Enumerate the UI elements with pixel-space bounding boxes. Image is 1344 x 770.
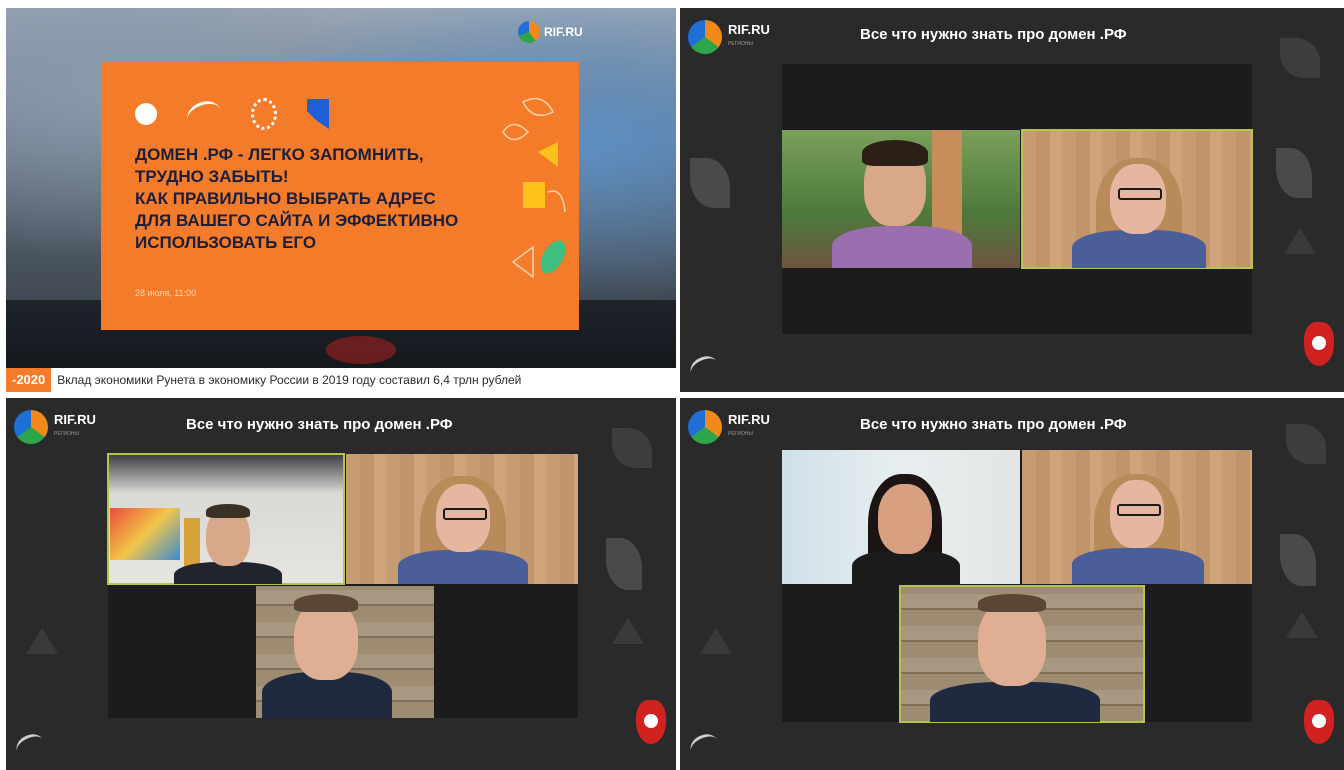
conference-title: Все что нужно знать про домен .РФ xyxy=(860,26,1127,43)
red-mascot-icon xyxy=(1304,322,1334,366)
participant-video[interactable] xyxy=(782,130,1020,268)
conference-panel-3: RIF.RU РЕГИОНЫ Все что нужно знать про до… xyxy=(6,398,676,770)
bird-icon xyxy=(686,729,722,761)
decor-leaf xyxy=(690,158,730,208)
decor-leaf xyxy=(1276,148,1312,198)
rif-logo-text: RIF.RU xyxy=(544,25,583,39)
participant-head xyxy=(878,484,932,554)
participant-body xyxy=(930,682,1100,722)
slide-decoration xyxy=(502,97,566,279)
participant-video-active[interactable] xyxy=(107,453,345,585)
presentation-slide: ДОМЕН .РФ - ЛЕГКО ЗАПОМНИТЬ, ТРУДНО ЗАБЫ… xyxy=(101,62,579,330)
decor-leaf xyxy=(612,428,652,468)
coordination-center-logo xyxy=(686,351,770,383)
participant-video[interactable] xyxy=(782,450,1020,584)
decor-triangle xyxy=(612,618,644,644)
bird-icon xyxy=(686,351,722,383)
wall-banner xyxy=(184,518,200,568)
rif-logo-icon xyxy=(688,410,722,444)
coordination-center-bird-icon xyxy=(183,96,225,132)
participant-head xyxy=(978,600,1046,686)
participant-video-active[interactable] xyxy=(1021,129,1253,269)
slide-title-line: ТРУДНО ЗАБЫТЬ! xyxy=(135,167,289,186)
decor-leaf xyxy=(606,538,642,590)
conference-title: Все что нужно знать про домен .РФ xyxy=(186,416,453,433)
rif-logo-text: RIF.RU xyxy=(54,412,96,427)
gear-emblem-icon xyxy=(251,98,277,130)
coordination-center-logo xyxy=(12,729,96,761)
rif-logo: RIF.RU РЕГИОНЫ xyxy=(688,410,770,444)
participant-body xyxy=(1072,548,1204,584)
slide-panel: RIF.RU ДОМЕН .РФ - ЛЕГКО ЗАПОМНИТЬ, ТРУД… xyxy=(6,8,676,392)
slide-title-line: ИСПОЛЬЗОВАТЬ ЕГО xyxy=(135,233,317,252)
participant-video-active[interactable] xyxy=(899,585,1145,723)
coordination-center-logo xyxy=(686,729,770,761)
slide-date: 28 июля, 11:00 xyxy=(135,288,197,298)
participant-hair xyxy=(862,140,928,166)
slide-title-line: КАК ПРАВИЛЬНО ВЫБРАТЬ АДРЕС xyxy=(135,189,436,208)
rif-logo-icon xyxy=(14,410,48,444)
wall-painting xyxy=(110,508,180,560)
decor-triangle xyxy=(1284,228,1316,254)
rif-logo-text: RIF.RU xyxy=(728,22,770,37)
participant-hair xyxy=(294,594,358,612)
rif-logo-text: RIF.RU xyxy=(728,412,770,427)
decor-triangle xyxy=(700,628,732,654)
decor-triangle xyxy=(1286,612,1318,638)
conference-panel-2: RIF.RU РЕГИОНЫ Все что нужно знать про до… xyxy=(680,8,1344,392)
slide-title: ДОМЕН .РФ - ЛЕГКО ЗАПОМНИТЬ, ТРУДНО ЗАБЫ… xyxy=(135,144,515,254)
ticker-tag: -2020 xyxy=(6,368,52,392)
participant-body xyxy=(852,550,960,584)
participant-body xyxy=(832,226,972,268)
rif-circle-icon xyxy=(135,103,157,125)
participant-video[interactable] xyxy=(346,454,578,584)
slide-title-line: ДОМЕН .РФ - ЛЕГКО ЗАПОМНИТЬ, xyxy=(135,145,424,164)
decor-triangle xyxy=(26,628,58,654)
participant-body xyxy=(1072,230,1206,268)
conference-title: Все что нужно знать про домен .РФ xyxy=(860,416,1127,433)
bird-icon xyxy=(12,729,48,761)
red-mascot-icon xyxy=(636,700,666,744)
decor-leaf xyxy=(1280,534,1316,586)
participant-head xyxy=(294,600,358,680)
rif-logo: RIF.RU РЕГИОНЫ xyxy=(688,20,770,54)
slide-title-line: ДЛЯ ВАШЕГО САЙТА И ЭФФЕКТИВНО xyxy=(135,211,459,230)
participant-hair xyxy=(206,504,250,518)
participant-video[interactable] xyxy=(1022,450,1252,584)
rif-logo-icon xyxy=(518,21,540,43)
glasses xyxy=(1117,504,1161,516)
rif-logo: RIF.RU РЕГИОНЫ xyxy=(14,410,96,444)
rif-logo-icon xyxy=(688,20,722,54)
conference-panel-4: RIF.RU РЕГИОНЫ Все что нужно знать про до… xyxy=(680,398,1344,770)
news-ticker: -2020 Вклад экономики Рунета в экономику… xyxy=(6,368,676,392)
blue-shape-icon xyxy=(307,99,329,129)
red-mascot-icon xyxy=(1304,700,1334,744)
decor-leaf xyxy=(1286,424,1326,464)
glasses xyxy=(443,508,487,520)
participant-video[interactable] xyxy=(256,586,434,718)
partner-logos xyxy=(135,96,329,132)
participant-body xyxy=(398,550,528,584)
ticker-text: Вклад экономики Рунета в экономику Росси… xyxy=(57,373,522,387)
glasses xyxy=(1118,188,1162,200)
cup xyxy=(326,336,396,364)
rif-partner-logo xyxy=(135,103,157,125)
rif-logo: RIF.RU xyxy=(518,18,628,46)
participant-hair xyxy=(978,594,1046,612)
decor-leaf xyxy=(1280,38,1320,78)
